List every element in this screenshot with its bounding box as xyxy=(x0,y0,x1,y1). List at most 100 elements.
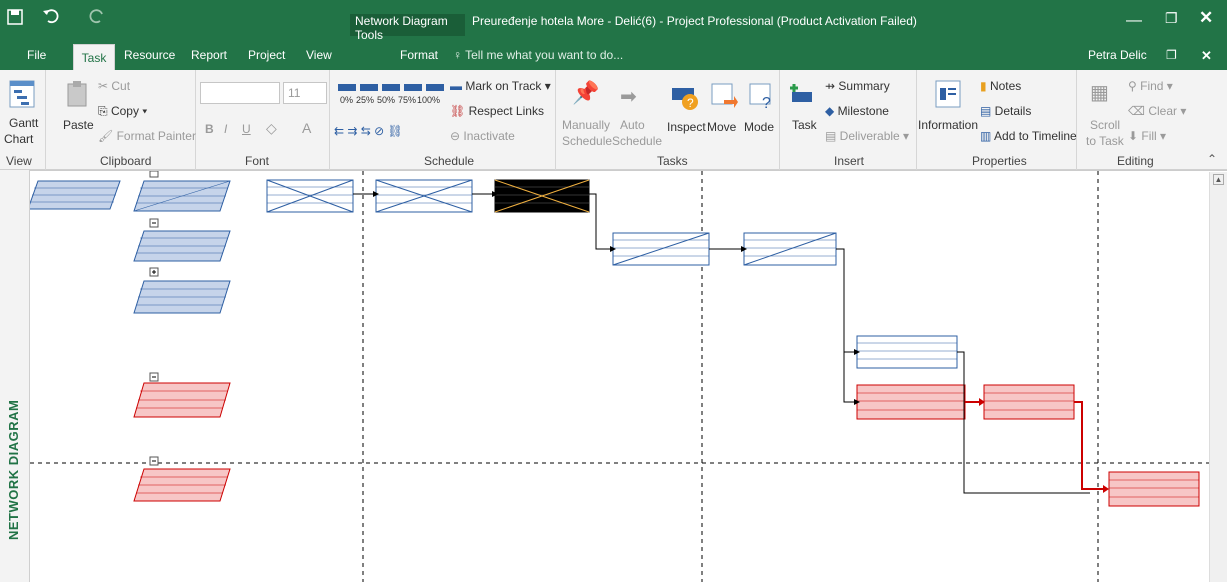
bar-0-icon[interactable] xyxy=(338,84,356,91)
indent-icons[interactable]: ⇇ ⇉ ⇆ ⊘ ⛓ xyxy=(334,124,403,138)
format-painter-button[interactable]: 🖌 Format Painter xyxy=(98,129,196,143)
paste-icon[interactable] xyxy=(66,80,88,108)
font-color-icon[interactable]: A xyxy=(302,120,311,136)
inactivate-button[interactable]: ⊖ Inactivate xyxy=(450,129,515,143)
critical-task-node[interactable] xyxy=(983,384,1075,420)
vertical-scrollbar[interactable]: ▲ xyxy=(1209,172,1227,582)
bar-50-icon[interactable] xyxy=(382,84,400,91)
summary-button[interactable]: ⇸ Summary xyxy=(825,79,890,93)
move-icon[interactable] xyxy=(710,82,738,110)
add-to-timeline-label: Add to Timeline xyxy=(994,129,1077,143)
close-file-icon[interactable]: ✕ xyxy=(1201,48,1212,64)
insert-task-label[interactable]: Task xyxy=(792,118,817,132)
respect-links-button[interactable]: ⛓ Respect Links xyxy=(450,104,544,118)
tab-format[interactable]: Format xyxy=(400,48,438,62)
clear-button[interactable]: ⌫ Clear ▾ xyxy=(1128,104,1186,118)
deliverable-button[interactable]: ▤ Deliverable ▾ xyxy=(825,129,909,143)
expand-toggle-icon[interactable] xyxy=(149,267,159,277)
ribbon-display-icon[interactable]: ❐ xyxy=(1166,48,1177,62)
cut-button[interactable]: ✂ Cut xyxy=(98,79,130,93)
redo-icon[interactable] xyxy=(88,8,106,24)
fill-color-icon[interactable]: ◇ xyxy=(266,120,277,137)
summary-node[interactable] xyxy=(133,230,231,262)
collapse-toggle-icon[interactable] xyxy=(149,372,159,382)
critical-task-node[interactable] xyxy=(1108,471,1200,507)
gantt-chart-label-1[interactable]: Gantt xyxy=(9,116,38,130)
notes-label: Notes xyxy=(989,79,1022,93)
mode-label[interactable]: Mode xyxy=(744,120,774,134)
auto-schedule-icon[interactable]: ➡ xyxy=(620,84,637,109)
paste-label[interactable]: Paste xyxy=(63,118,94,132)
restore-icon[interactable]: ❐ xyxy=(1165,10,1178,27)
tab-report[interactable]: Report xyxy=(191,48,227,62)
summary-node[interactable] xyxy=(30,180,121,210)
fill-button[interactable]: ⬇ Fill ▾ xyxy=(1128,129,1166,143)
scroll-to-task-icon[interactable]: ▦ xyxy=(1090,80,1109,105)
collapse-ribbon-icon[interactable]: ⌃ xyxy=(1207,152,1217,166)
notes-button[interactable]: ▮ Notes xyxy=(980,79,1021,93)
critical-summary-node[interactable] xyxy=(133,468,231,502)
critical-task-node[interactable] xyxy=(856,384,966,420)
font-name-box[interactable] xyxy=(200,82,280,104)
collapse-toggle-icon[interactable] xyxy=(149,218,159,228)
manually-schedule-label-2[interactable]: Schedule xyxy=(562,134,612,148)
pct-0-label[interactable]: 0% xyxy=(340,95,353,105)
collapse-toggle-icon[interactable] xyxy=(149,456,159,466)
bar-25-icon[interactable] xyxy=(360,84,378,91)
gantt-chart-icon[interactable] xyxy=(9,80,35,108)
summary-node[interactable] xyxy=(133,180,231,212)
mode-icon[interactable]: ? xyxy=(748,82,776,110)
task-node[interactable] xyxy=(743,232,837,266)
tab-project[interactable]: Project xyxy=(248,48,285,62)
gantt-chart-label-2[interactable]: Chart xyxy=(4,132,33,146)
svg-text:?: ? xyxy=(687,96,694,110)
add-to-timeline-button[interactable]: ▥ Add to Timeline xyxy=(980,129,1077,143)
information-icon[interactable] xyxy=(935,80,961,108)
pin-icon[interactable]: 📌 xyxy=(572,80,599,106)
italic-button[interactable]: I xyxy=(224,122,227,136)
information-label[interactable]: Information xyxy=(918,118,978,132)
move-label[interactable]: Move xyxy=(707,120,736,134)
find-button[interactable]: ⚲ Find ▾ xyxy=(1128,79,1173,93)
auto-schedule-label-2[interactable]: Schedule xyxy=(612,134,662,148)
task-node[interactable] xyxy=(612,232,710,266)
details-button[interactable]: ▤ Details xyxy=(980,104,1031,118)
mark-on-track-button[interactable]: ▬ Mark on Track ▾ xyxy=(450,79,551,93)
pct-50-label[interactable]: 50% xyxy=(377,95,395,105)
undo-icon[interactable] xyxy=(42,8,60,24)
milestone-button[interactable]: ◆ Milestone xyxy=(825,104,889,118)
bold-button[interactable]: B xyxy=(205,122,214,136)
task-node[interactable] xyxy=(856,335,958,369)
scroll-up-arrow-icon[interactable]: ▲ xyxy=(1213,174,1224,185)
inspect-label[interactable]: Inspect xyxy=(667,120,706,134)
completed-task-node[interactable] xyxy=(266,179,354,213)
user-name[interactable]: Petra Delic xyxy=(1088,48,1147,62)
close-icon[interactable]: ✕ xyxy=(1199,8,1213,28)
tell-me-box[interactable]: ♀ Tell me what you want to do... xyxy=(453,48,623,62)
tab-resource[interactable]: Resource xyxy=(124,48,175,62)
font-size-box[interactable]: 11 xyxy=(283,82,327,104)
save-icon[interactable] xyxy=(7,9,23,25)
critical-summary-node[interactable] xyxy=(133,382,231,418)
minimize-icon[interactable]: — xyxy=(1126,12,1142,30)
pct-100-label[interactable]: 100% xyxy=(417,95,440,105)
scroll-to-task-label-2[interactable]: to Task xyxy=(1086,134,1124,148)
summary-node[interactable] xyxy=(133,280,231,314)
bar-75-icon[interactable] xyxy=(404,84,422,91)
tab-task[interactable]: Task xyxy=(73,44,115,71)
tab-file[interactable]: File xyxy=(27,48,46,62)
insert-task-icon[interactable] xyxy=(788,82,814,108)
auto-schedule-label-1[interactable]: Auto xyxy=(620,118,645,132)
inspect-icon[interactable]: ? xyxy=(670,82,700,112)
manually-schedule-label-1[interactable]: Manually xyxy=(562,118,610,132)
bar-100-icon[interactable] xyxy=(426,84,444,91)
pct-25-label[interactable]: 25% xyxy=(356,95,374,105)
pct-75-label[interactable]: 75% xyxy=(398,95,416,105)
tab-view[interactable]: View xyxy=(306,48,332,62)
selected-task-node[interactable] xyxy=(494,179,590,213)
scroll-to-task-label-1[interactable]: Scroll xyxy=(1090,118,1120,132)
completed-task-node[interactable] xyxy=(375,179,473,213)
copy-button[interactable]: ⎘ Copy ▾ xyxy=(98,104,147,119)
underline-button[interactable]: U xyxy=(242,122,251,136)
collapse-toggle-icon[interactable] xyxy=(149,171,159,178)
